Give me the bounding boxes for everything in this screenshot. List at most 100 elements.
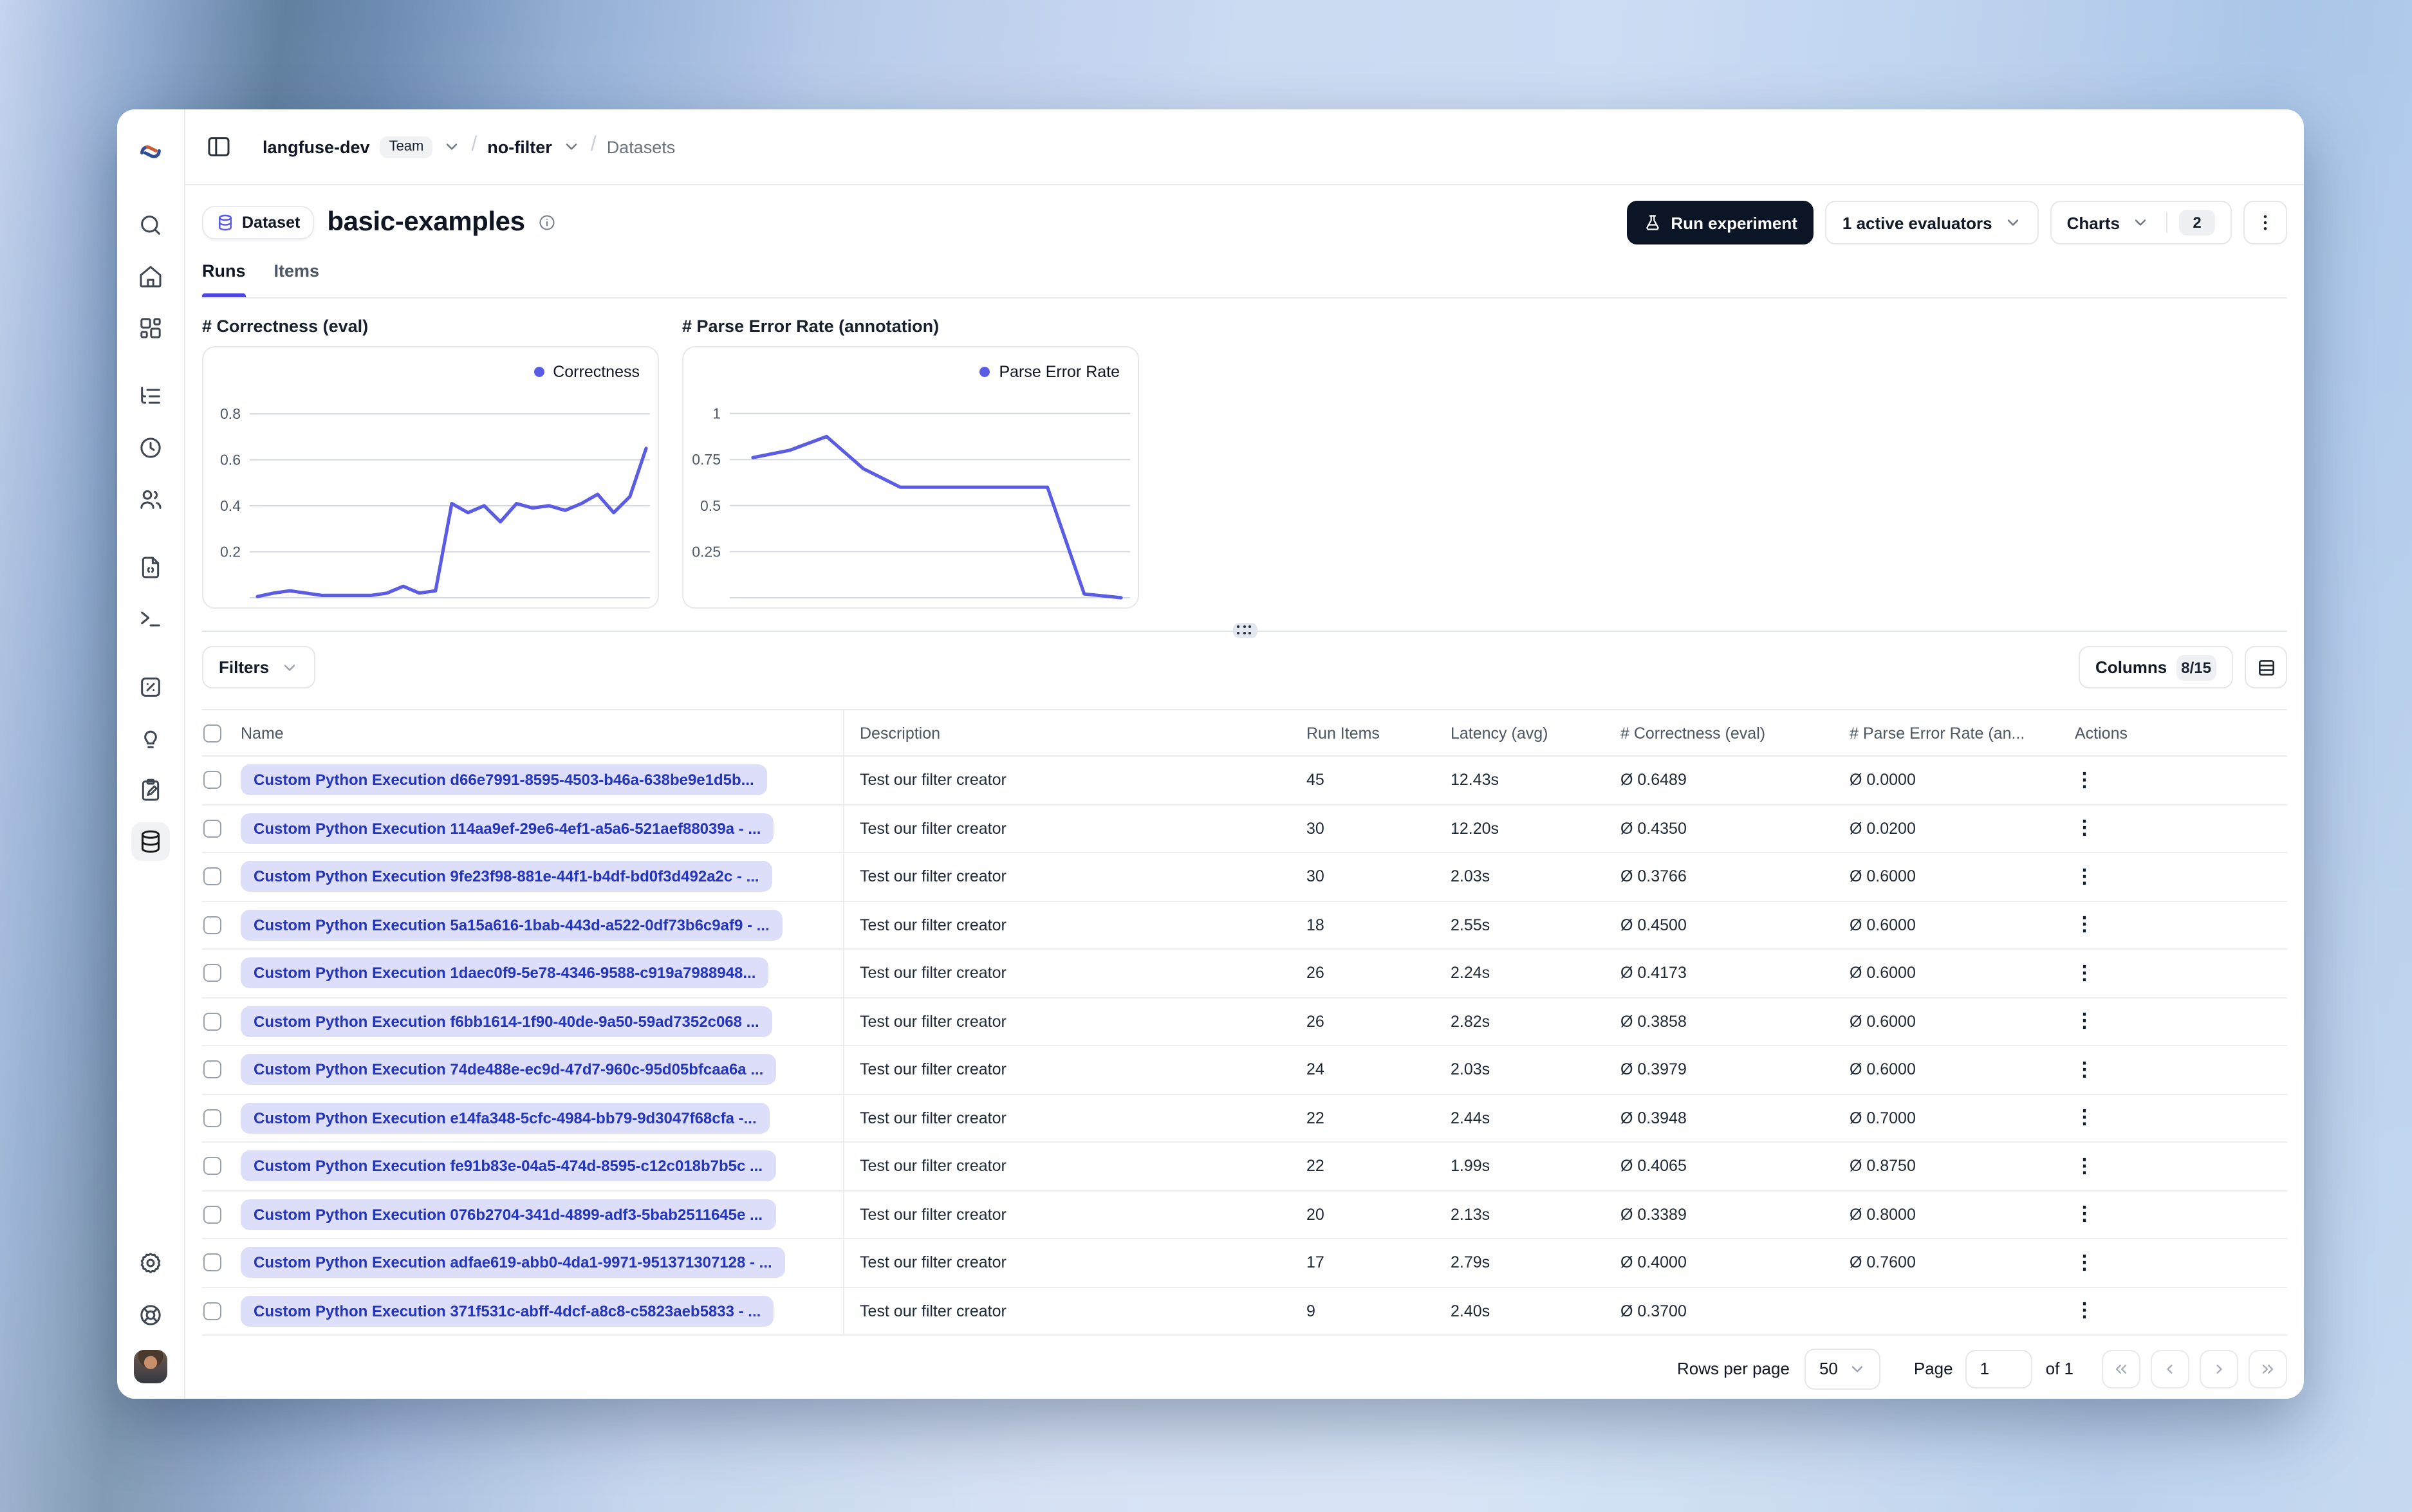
run-name-pill[interactable]: Custom Python Execution 9fe23f98-881e-44… bbox=[241, 861, 772, 892]
tab-items[interactable]: Items bbox=[274, 259, 320, 297]
run-name-cell: Custom Python Execution fe91b83e-04a5-47… bbox=[241, 1143, 844, 1190]
table-row[interactable]: Custom Python Execution 371f531c-abff-4d… bbox=[202, 1287, 2287, 1336]
table-row[interactable]: Custom Python Execution 1daec0f9-5e78-43… bbox=[202, 950, 2287, 998]
playground-terminal-icon[interactable] bbox=[131, 600, 170, 638]
users-icon[interactable] bbox=[131, 480, 170, 519]
run-name-pill[interactable]: Custom Python Execution f6bb1614-1f90-40… bbox=[241, 1006, 772, 1037]
row-checkbox[interactable] bbox=[203, 1012, 221, 1031]
next-page-button[interactable] bbox=[2200, 1349, 2238, 1388]
run-name-pill[interactable]: Custom Python Execution 114aa9ef-29e6-4e… bbox=[241, 813, 774, 844]
table-row[interactable]: Custom Python Execution 5a15a616-1bab-44… bbox=[202, 901, 2287, 950]
row-checkbox[interactable] bbox=[203, 1205, 221, 1224]
run-name-pill[interactable]: Custom Python Execution e14fa348-5cfc-49… bbox=[241, 1102, 770, 1134]
active-evaluators-button[interactable]: 1 active evaluators bbox=[1825, 201, 2039, 244]
row-checkbox[interactable] bbox=[203, 867, 221, 886]
table-row[interactable]: Custom Python Execution 9fe23f98-881e-44… bbox=[202, 853, 2287, 901]
first-page-button[interactable] bbox=[2102, 1349, 2140, 1388]
row-actions-menu[interactable]: ⋮ bbox=[2059, 916, 2287, 935]
row-actions-menu[interactable]: ⋮ bbox=[2059, 1302, 2287, 1321]
run-name-pill[interactable]: Custom Python Execution 5a15a616-1bab-44… bbox=[241, 909, 783, 941]
run-name-pill[interactable]: Custom Python Execution d66e7991-8595-45… bbox=[241, 764, 767, 796]
column-header-name[interactable]: Name bbox=[241, 710, 844, 755]
annotation-clipboard-icon[interactable] bbox=[131, 771, 170, 809]
filters-button[interactable]: Filters bbox=[202, 646, 316, 688]
charts-toggle-button[interactable]: Charts 2 bbox=[2050, 201, 2232, 244]
chevron-down-icon[interactable] bbox=[443, 138, 461, 156]
select-all-checkbox[interactable] bbox=[203, 724, 221, 742]
last-page-button[interactable] bbox=[2249, 1349, 2287, 1388]
more-options-button[interactable] bbox=[2243, 201, 2287, 244]
row-actions-menu[interactable]: ⋮ bbox=[2059, 1253, 2287, 1273]
row-checkbox[interactable] bbox=[203, 1302, 221, 1320]
table-row[interactable]: Custom Python Execution 74de488e-ec9d-47… bbox=[202, 1046, 2287, 1094]
search-icon[interactable] bbox=[131, 206, 170, 244]
breadcrumb-org[interactable]: langfuse-dev bbox=[263, 137, 370, 156]
row-checkbox[interactable] bbox=[203, 819, 221, 838]
column-header-run-items[interactable]: Run Items bbox=[1306, 724, 1451, 742]
row-actions-menu[interactable]: ⋮ bbox=[2059, 771, 2287, 790]
table-row[interactable]: Custom Python Execution d66e7991-8595-45… bbox=[202, 757, 2287, 805]
tab-runs[interactable]: Runs bbox=[202, 259, 246, 297]
columns-button[interactable]: Columns 8/15 bbox=[2079, 646, 2233, 688]
kebab-menu-icon: ⋮ bbox=[2075, 1058, 2094, 1081]
datasets-icon[interactable] bbox=[131, 822, 170, 861]
row-checkbox[interactable] bbox=[203, 916, 221, 934]
lightbulb-icon[interactable] bbox=[131, 719, 170, 758]
row-actions-menu[interactable]: ⋮ bbox=[2059, 1012, 2287, 1031]
column-header-description[interactable]: Description bbox=[844, 724, 1306, 742]
row-actions-menu[interactable]: ⋮ bbox=[2059, 1060, 2287, 1080]
grip-dots-icon bbox=[1237, 625, 1252, 636]
home-icon[interactable] bbox=[131, 257, 170, 296]
kebab-menu-icon: ⋮ bbox=[2075, 1251, 2094, 1274]
row-actions-menu[interactable]: ⋮ bbox=[2059, 964, 2287, 983]
prompts-icon[interactable] bbox=[131, 548, 170, 587]
panel-resize-row bbox=[202, 622, 2287, 640]
info-icon[interactable] bbox=[538, 214, 556, 232]
svg-text:0.8: 0.8 bbox=[220, 405, 241, 422]
evaluation-icon[interactable] bbox=[131, 668, 170, 706]
row-checkbox[interactable] bbox=[203, 964, 221, 982]
column-header-latency[interactable]: Latency (avg) bbox=[1451, 724, 1620, 742]
breadcrumb-section[interactable]: Datasets bbox=[607, 137, 676, 156]
row-checkbox[interactable] bbox=[203, 1060, 221, 1079]
table-row[interactable]: Custom Python Execution f6bb1614-1f90-40… bbox=[202, 998, 2287, 1046]
table-row[interactable]: Custom Python Execution adfae619-abb0-4d… bbox=[202, 1239, 2287, 1287]
row-actions-menu[interactable]: ⋮ bbox=[2059, 1205, 2287, 1224]
row-height-button[interactable] bbox=[2245, 646, 2287, 688]
run-name-pill[interactable]: Custom Python Execution adfae619-abb0-4d… bbox=[241, 1247, 785, 1278]
previous-page-button[interactable] bbox=[2151, 1349, 2189, 1388]
column-header-correctness[interactable]: # Correctness (eval) bbox=[1620, 724, 1850, 742]
sessions-clock-icon[interactable] bbox=[131, 429, 170, 467]
page-number-input[interactable] bbox=[1965, 1349, 2033, 1388]
table-row[interactable]: Custom Python Execution fe91b83e-04a5-47… bbox=[202, 1143, 2287, 1191]
run-name-pill[interactable]: Custom Python Execution 1daec0f9-5e78-43… bbox=[241, 957, 769, 989]
user-avatar[interactable] bbox=[134, 1350, 167, 1383]
resize-grip-handle[interactable] bbox=[1232, 623, 1257, 638]
run-name-pill[interactable]: Custom Python Execution fe91b83e-04a5-47… bbox=[241, 1150, 776, 1182]
tracing-icon[interactable] bbox=[131, 377, 170, 416]
breadcrumb-project[interactable]: no-filter bbox=[487, 137, 552, 156]
table-row[interactable]: Custom Python Execution 076b2704-341d-48… bbox=[202, 1191, 2287, 1239]
run-name-pill[interactable]: Custom Python Execution 371f531c-abff-4d… bbox=[241, 1295, 774, 1327]
row-actions-menu[interactable]: ⋮ bbox=[2059, 819, 2287, 838]
row-checkbox[interactable] bbox=[203, 1157, 221, 1175]
table-row[interactable]: Custom Python Execution 114aa9ef-29e6-4e… bbox=[202, 805, 2287, 853]
sidebar-toggle-icon[interactable] bbox=[206, 134, 232, 160]
row-actions-menu[interactable]: ⋮ bbox=[2059, 1109, 2287, 1128]
column-header-parse-error[interactable]: # Parse Error Rate (an... bbox=[1850, 724, 2059, 742]
support-lifebuoy-icon[interactable] bbox=[131, 1296, 170, 1334]
row-checkbox[interactable] bbox=[203, 1109, 221, 1127]
row-checkbox[interactable] bbox=[203, 1253, 221, 1272]
chevron-down-icon[interactable] bbox=[562, 138, 580, 156]
run-experiment-button[interactable]: Run experiment bbox=[1627, 201, 1814, 244]
rows-per-page-select[interactable]: 50 bbox=[1804, 1348, 1880, 1389]
table-row[interactable]: Custom Python Execution e14fa348-5cfc-49… bbox=[202, 1094, 2287, 1143]
row-actions-menu[interactable]: ⋮ bbox=[2059, 867, 2287, 887]
run-name-pill[interactable]: Custom Python Execution 74de488e-ec9d-47… bbox=[241, 1054, 777, 1085]
row-actions-menu[interactable]: ⋮ bbox=[2059, 1157, 2287, 1176]
row-checkbox[interactable] bbox=[203, 771, 221, 789]
run-name-pill[interactable]: Custom Python Execution 076b2704-341d-48… bbox=[241, 1199, 776, 1230]
table-body: Custom Python Execution d66e7991-8595-45… bbox=[202, 757, 2287, 1336]
dashboard-icon[interactable] bbox=[131, 309, 170, 347]
settings-gear-icon[interactable] bbox=[131, 1244, 170, 1283]
